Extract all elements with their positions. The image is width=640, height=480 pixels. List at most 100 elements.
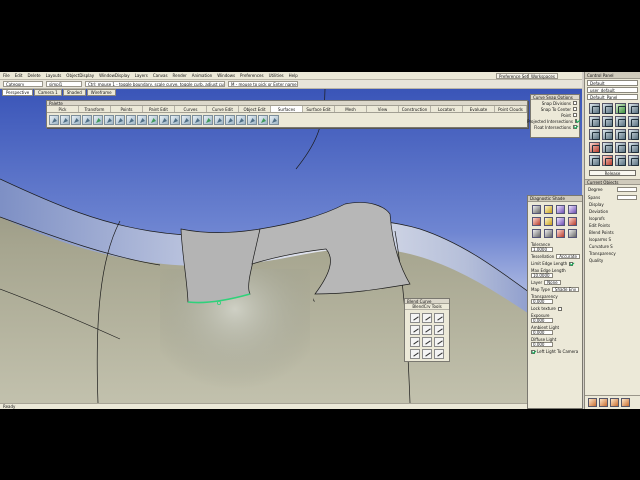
left-light-checkbox[interactable] (531, 349, 535, 354)
blend-edit-icon[interactable] (422, 313, 432, 323)
max-edge-input[interactable]: 10.0000 (531, 273, 553, 278)
viewport-tab-shaded[interactable]: Shaded (62, 89, 86, 96)
palette-tool-icon[interactable] (93, 115, 103, 125)
palette-tool-icon[interactable] (192, 115, 202, 125)
curve-tool-icon[interactable] (602, 103, 613, 114)
extrude-tool-icon[interactable] (628, 116, 639, 127)
palette-tab-locators[interactable]: Locators (431, 106, 463, 112)
palette-tool-icon[interactable] (225, 115, 235, 125)
horizon-icon[interactable] (556, 217, 565, 226)
draft-tool-icon[interactable] (628, 142, 639, 153)
camera-icon[interactable] (610, 398, 619, 407)
category-field[interactable]: Category (3, 81, 43, 87)
map-type-select[interactable]: Shade Env (551, 287, 580, 292)
layer-icon[interactable] (621, 398, 630, 407)
palette-tool-icon[interactable] (258, 115, 268, 125)
blend-snap-icon[interactable] (434, 349, 444, 359)
surface-tool-icon[interactable] (589, 103, 600, 114)
boundary-tool-icon[interactable] (589, 116, 600, 127)
tree-item-blend-points[interactable]: Blend Points (589, 229, 640, 236)
ambient-input[interactable]: 0.000 (531, 330, 553, 335)
perspective-viewport[interactable] (0, 89, 582, 403)
palette-tab-paint-edit[interactable]: Paint Edit (143, 106, 175, 112)
tolerance-input[interactable]: 1.0000 (531, 247, 553, 252)
cursor-shade-icon[interactable] (532, 217, 541, 226)
blend-constraint-icon[interactable] (410, 325, 420, 335)
blend-insert-icon[interactable] (410, 349, 420, 359)
menu-item-windows[interactable]: Windows (217, 73, 235, 78)
snap-option-checkbox[interactable] (575, 119, 577, 123)
palette-tab-curves[interactable]: Curves (175, 106, 207, 112)
palette-tool-icon[interactable] (137, 115, 147, 125)
palette-tab-mesh[interactable]: Mesh (335, 106, 367, 112)
palette-tab-curve-edit[interactable]: Curve Edit (207, 106, 239, 112)
panel-dropdown[interactable]: Default_Panel (587, 94, 638, 100)
render-icon[interactable] (588, 398, 597, 407)
release-button[interactable]: Release (589, 170, 636, 176)
palette-tab-evaluate[interactable]: Evaluate (463, 106, 495, 112)
isoangle-icon[interactable] (544, 217, 553, 226)
blend-curvature-icon[interactable] (434, 325, 444, 335)
lock-texture-checkbox[interactable] (557, 306, 562, 311)
snap-option-checkbox[interactable] (573, 113, 577, 117)
blend-lock-icon[interactable] (422, 337, 432, 347)
menu-item-edit[interactable]: Edit (15, 73, 23, 78)
menu-item-windowdisplay[interactable]: WindowDisplay (99, 73, 130, 78)
snap-option-checkbox[interactable] (573, 125, 577, 129)
palette-tool-icon[interactable] (236, 115, 246, 125)
zebra-icon[interactable] (568, 205, 577, 214)
env-map-icon[interactable] (568, 229, 577, 238)
workspaces-button[interactable]: Workspaces (528, 73, 558, 79)
menu-item-render[interactable]: Render (173, 73, 187, 78)
blend-point-icon[interactable] (434, 313, 444, 323)
fillet-tool-icon[interactable] (589, 129, 600, 140)
offset-tool-icon[interactable] (602, 129, 613, 140)
shade-off-icon[interactable] (532, 205, 541, 214)
transparency-input[interactable]: 0.000 (531, 299, 553, 304)
diagnose-tool-icon[interactable] (602, 155, 613, 166)
palette-tool-icon[interactable] (115, 115, 125, 125)
exposure-input[interactable]: 0.000 (531, 318, 553, 323)
animation-icon[interactable] (599, 398, 608, 407)
blend-direction-icon[interactable] (434, 337, 444, 347)
menu-item-preferences[interactable]: Preferences (240, 73, 264, 78)
blend-tangent-icon[interactable] (422, 325, 432, 335)
palette-tab-object-edit[interactable]: Object Edit (239, 106, 271, 112)
preset-dropdown[interactable]: Default (587, 80, 638, 86)
tree-item-transparency[interactable]: Transparency (589, 250, 640, 257)
palette-tool-icon[interactable] (148, 115, 158, 125)
palette-tool-icon[interactable] (104, 115, 114, 125)
tree-item-isoprofs[interactable]: Isoprofs (589, 215, 640, 222)
surface-model-render[interactable] (0, 89, 582, 403)
palette-tool-icon[interactable] (214, 115, 224, 125)
menu-item-utilities[interactable]: Utilities (269, 73, 284, 78)
normal-icon[interactable] (556, 229, 565, 238)
palette-tool-icon[interactable] (181, 115, 191, 125)
snap-option-checkbox[interactable] (573, 107, 577, 111)
blend-remove-icon[interactable] (422, 349, 432, 359)
section-tool-icon[interactable] (615, 155, 626, 166)
tree-item-curvature-s[interactable]: Curvature S (589, 243, 640, 250)
tessellation-select[interactable]: Accurate (556, 254, 580, 259)
curvature-shade-icon[interactable] (556, 205, 565, 214)
object-name-field[interactable]: simpl1 (46, 81, 82, 87)
tree-item-isoparms-s[interactable]: Isoparms S (589, 236, 640, 243)
limit-edge-checkbox[interactable] (569, 261, 574, 266)
palette-tab-pick[interactable]: Pick (47, 106, 79, 112)
viewport-tab-camera-1[interactable]: Camera 1 (34, 89, 62, 96)
planar-tool-icon[interactable] (615, 103, 626, 114)
blend-create-icon[interactable] (410, 313, 420, 323)
skin-tool-icon[interactable] (628, 103, 639, 114)
tree-item-quality[interactable]: Quality (589, 257, 640, 264)
palette-tool-icon[interactable] (71, 115, 81, 125)
tree-item-display[interactable]: Display (589, 201, 640, 208)
palette-tab-surfaces[interactable]: Surfaces (271, 106, 303, 112)
palette-tool-icon[interactable] (126, 115, 136, 125)
align-tool-icon[interactable] (628, 129, 639, 140)
trim-tool-icon[interactable] (615, 129, 626, 140)
shell-tool-icon[interactable] (589, 155, 600, 166)
blend-tool-icon[interactable] (628, 155, 639, 166)
diffuse-input[interactable]: 0.000 (531, 342, 553, 347)
palette-tab-construction[interactable]: Construction (399, 106, 431, 112)
palette-tool-icon[interactable] (247, 115, 257, 125)
